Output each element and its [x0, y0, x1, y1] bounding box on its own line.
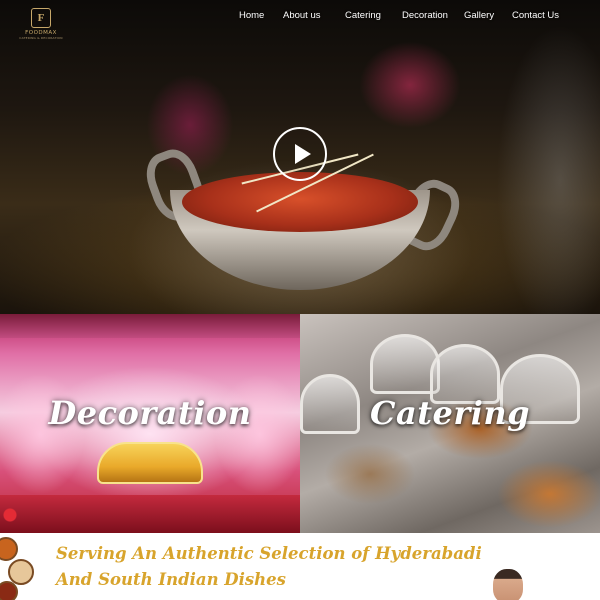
logo-tagline: CATERING & DECORATION	[19, 36, 63, 40]
stage-ceiling	[0, 314, 300, 338]
spice-bowl	[0, 581, 18, 600]
hero-banner: F FOODMAX CATERING & DECORATION Home Abo…	[0, 0, 600, 314]
play-icon	[294, 144, 311, 164]
nav-about-us[interactable]: About us	[283, 10, 321, 21]
curry-image	[182, 172, 418, 232]
spice-bowl	[0, 537, 18, 561]
decoration-title: Decoration	[48, 394, 252, 432]
spice-bowl	[8, 559, 34, 585]
nav-catering[interactable]: Catering	[345, 10, 381, 21]
nav-contact-us[interactable]: Contact Us	[512, 10, 559, 21]
intro-headline-line-2: And South Indian Dishes	[56, 570, 286, 589]
decoration-panel[interactable]: Decoration	[0, 314, 300, 533]
chef-portrait-image	[485, 569, 531, 600]
main-nav: Home About us Catering Decoration Galler…	[0, 10, 600, 24]
intro-section: Serving An Authentic Selection of Hydera…	[0, 533, 600, 600]
stage-sofa-image	[97, 442, 203, 484]
flower-bed-image	[0, 495, 300, 533]
nav-gallery[interactable]: Gallery	[464, 10, 494, 21]
catering-title: Catering	[370, 394, 530, 432]
intro-headline: Serving An Authentic Selection of Hydera…	[56, 541, 482, 593]
video-play-button[interactable]	[273, 127, 327, 181]
nav-home[interactable]: Home	[239, 10, 264, 21]
catering-panel[interactable]: Catering	[300, 314, 600, 533]
intro-headline-line-1: Serving An Authentic Selection of Hydera…	[56, 544, 482, 563]
nav-decoration[interactable]: Decoration	[402, 10, 448, 21]
chef-head	[493, 569, 523, 600]
spice-bowls-image	[0, 537, 48, 600]
